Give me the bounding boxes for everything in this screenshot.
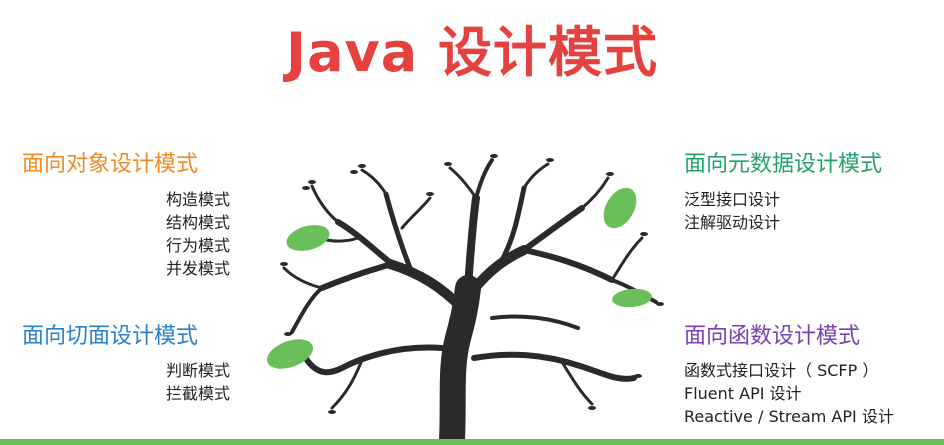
- aop-items: 判断模式 拦截模式: [140, 359, 230, 405]
- fn-items: 函数式接口设计（ SCFP ） Fluent API 设计 Reactive /…: [684, 359, 894, 428]
- fn-item: Reactive / Stream API 设计: [684, 407, 894, 426]
- meta-item: 泛型接口设计: [684, 190, 781, 209]
- fn-heading: 面向函数设计模式: [684, 324, 861, 349]
- meta-item: 注解驱动设计: [684, 213, 781, 232]
- oop-item: 结构模式: [165, 213, 230, 232]
- meta-items: 泛型接口设计 注解驱动设计: [684, 188, 780, 234]
- oop-item: 构造模式: [165, 190, 230, 209]
- page-title: Java 设计模式: [286, 21, 658, 84]
- tree-illustration: [267, 154, 664, 440]
- oop-items: 构造模式 结构模式 行为模式 并发模式: [140, 188, 230, 280]
- aop-heading: 面向切面设计模式: [22, 324, 199, 349]
- meta-heading: 面向元数据设计模式: [684, 152, 883, 177]
- aop-item: 判断模式: [165, 361, 230, 380]
- oop-item: 行为模式: [165, 236, 230, 255]
- ground-line: [0, 439, 944, 445]
- oop-heading: 面向对象设计模式: [22, 152, 199, 177]
- oop-item: 并发模式: [165, 259, 230, 278]
- aop-item: 拦截模式: [165, 384, 230, 403]
- fn-item: Fluent API 设计: [684, 384, 802, 403]
- fn-item: 函数式接口设计（ SCFP ）: [684, 361, 879, 380]
